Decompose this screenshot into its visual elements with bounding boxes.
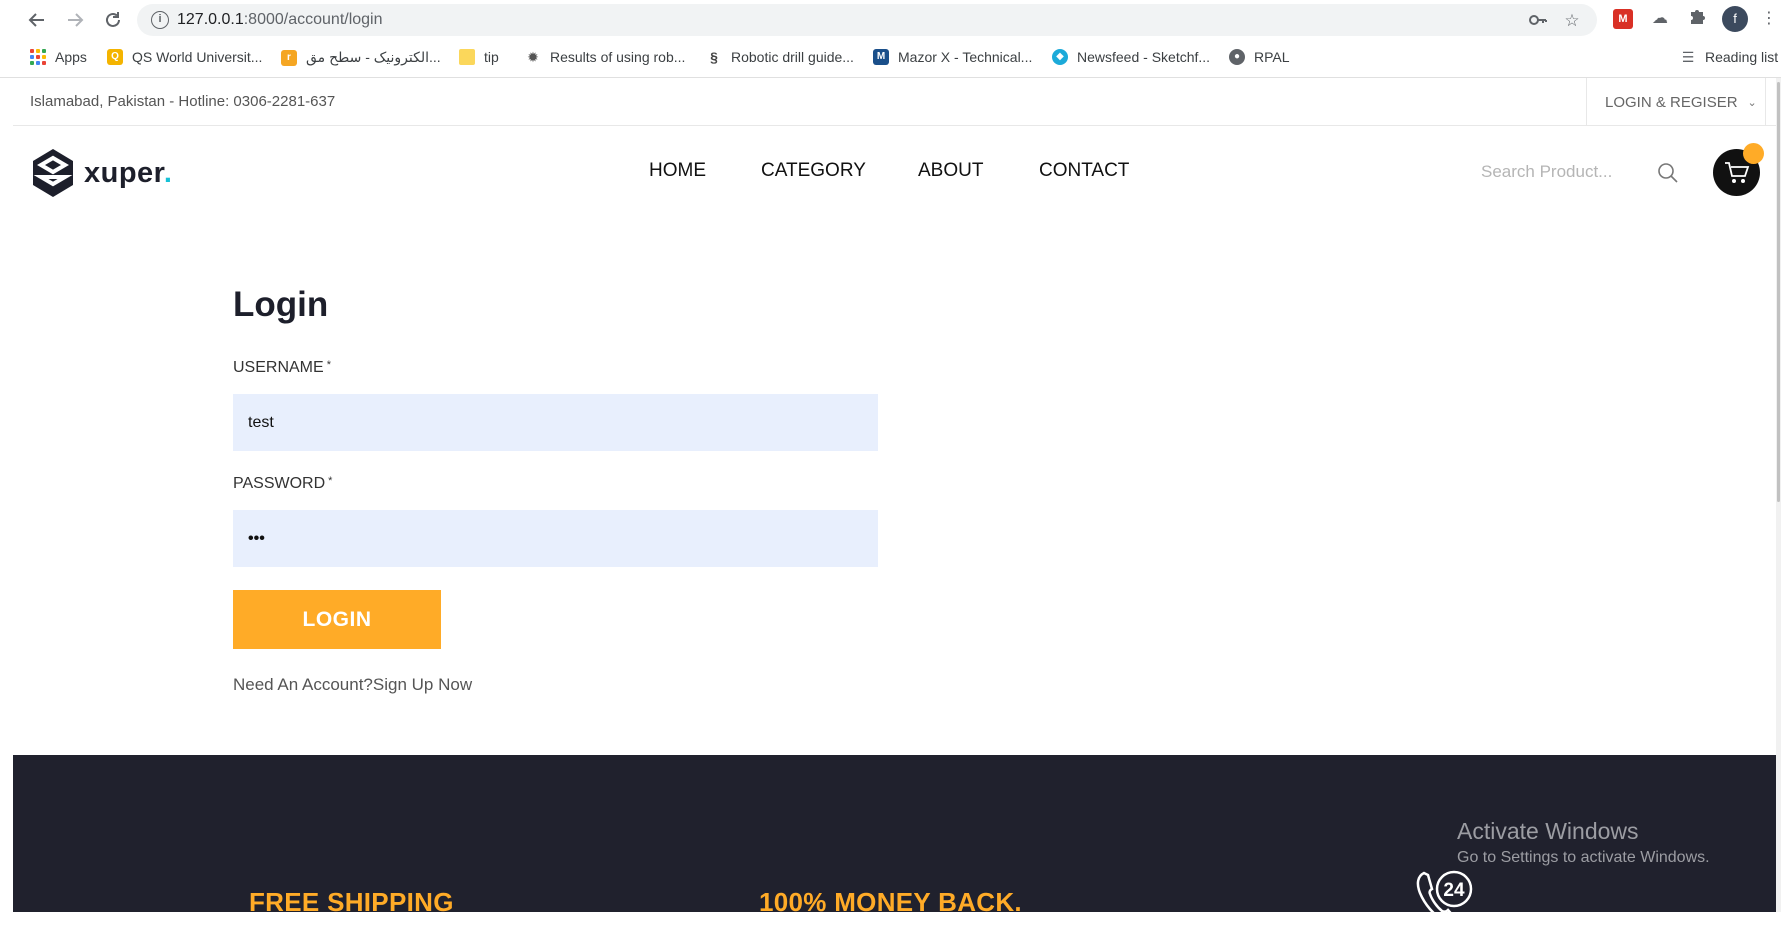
bookmark-apps[interactable]: Apps <box>30 49 87 65</box>
cart-badge <box>1743 143 1764 164</box>
browser-toolbar: i 127.0.0.1:8000/account/login ☆ M ☁ f ⋮ <box>0 0 1781 40</box>
menu-dots-icon[interactable]: ⋮ <box>1757 7 1781 31</box>
search-input[interactable]: Search Product... <box>1481 162 1612 182</box>
location-hotline: Islamabad, Pakistan - Hotline: 0306-2281… <box>30 93 336 110</box>
reading-list-icon: ☰ <box>1681 49 1695 65</box>
watermark-title: Activate Windows <box>1457 818 1639 844</box>
sketchfab-favicon-icon: ◆ <box>1052 49 1068 65</box>
globe-favicon-icon: ● <box>1229 49 1245 65</box>
back-icon[interactable] <box>23 6 51 34</box>
bookmarks-bar: Apps Q QS World Universit... r الكترونيک -… <box>0 40 1781 78</box>
chevron-down-icon: ⌄ <box>1747 96 1757 109</box>
password-label: PASSWORD * <box>233 475 333 492</box>
support-phone-icon: 24 <box>1416 870 1473 924</box>
password-field[interactable]: ••• <box>233 510 878 567</box>
forward-icon[interactable] <box>61 6 89 34</box>
page-title: Login <box>233 285 329 324</box>
apps-grid-icon <box>30 49 46 65</box>
nav-home[interactable]: HOME <box>626 160 729 186</box>
reading-list[interactable]: ☰ Reading list <box>1680 49 1778 65</box>
search-icon[interactable] <box>1657 162 1679 184</box>
feature-money-back: 100% MONEY BACK. <box>759 887 1022 917</box>
login-register-label: LOGIN & REGISER <box>1605 93 1738 111</box>
bookmark-rpal[interactable]: ● RPAL <box>1229 49 1290 65</box>
cart-icon <box>1724 161 1749 183</box>
nav-about[interactable]: ABOUT <box>918 160 983 182</box>
feature-free-shipping: FREE SHIPPING <box>249 887 454 917</box>
watermark-subtitle: Go to Settings to activate Windows. <box>1457 849 1710 866</box>
login-register-dropdown[interactable]: LOGIN & REGISER ⌄ <box>1586 78 1766 126</box>
extension-cloud-icon[interactable]: ☁ <box>1648 7 1672 31</box>
nav-category[interactable]: CATEGORY <box>761 160 866 182</box>
bookmark-arabic[interactable]: r الكترونيک - سطح مق... <box>281 49 441 66</box>
extension-red-icon[interactable]: M <box>1613 9 1633 29</box>
gear-favicon-icon: ✹ <box>527 49 539 65</box>
bookmark-results[interactable]: ✹ Results of using rob... <box>525 49 685 65</box>
nav-contact[interactable]: CONTACT <box>1039 160 1129 182</box>
reload-icon[interactable] <box>99 6 127 34</box>
bookmark-mazor[interactable]: M Mazor X - Technical... <box>873 49 1032 65</box>
logo-text: xuper. <box>84 156 173 189</box>
site-topbar: Islamabad, Pakistan - Hotline: 0306-2281… <box>13 78 1776 126</box>
bookmark-qs-world[interactable]: Q QS World Universit... <box>107 49 262 65</box>
folder-icon <box>459 49 475 65</box>
key-icon[interactable] <box>1527 10 1549 32</box>
address-url: 127.0.0.1:8000/account/login <box>177 11 383 28</box>
logo-hexagon-icon <box>33 149 73 197</box>
qs-favicon-icon: Q <box>107 49 123 65</box>
sign-up-link[interactable]: Sign Up Now <box>373 675 472 694</box>
bookmark-robotic-drill[interactable]: § Robotic drill guide... <box>706 49 854 65</box>
star-icon[interactable]: ☆ <box>1561 10 1583 32</box>
profile-avatar[interactable]: f <box>1722 6 1748 32</box>
site-info-icon[interactable]: i <box>151 11 169 29</box>
username-field[interactable] <box>233 394 878 451</box>
puzzle-icon[interactable] <box>1685 7 1709 31</box>
login-button[interactable]: LOGIN <box>233 590 441 649</box>
bookmark-tip[interactable]: tip <box>459 49 499 65</box>
need-account-text: Need An Account?Sign Up Now <box>233 675 473 694</box>
dna-favicon-icon: § <box>710 49 718 65</box>
m-favicon-icon: M <box>873 49 889 65</box>
r-favicon-icon: r <box>281 49 297 66</box>
windows-watermark: Activate Windows Go to Settings to activ… <box>1457 818 1710 867</box>
bookmark-sketchfab[interactable]: ◆ Newsfeed - Sketchf... <box>1052 49 1210 65</box>
scrollbar-thumb[interactable] <box>1777 82 1780 502</box>
username-label: USERNAME * <box>233 359 331 376</box>
site-logo[interactable]: xuper. <box>30 147 172 199</box>
address-bar[interactable]: i 127.0.0.1:8000/account/login ☆ <box>137 4 1597 36</box>
support-number: 24 <box>1443 880 1465 901</box>
